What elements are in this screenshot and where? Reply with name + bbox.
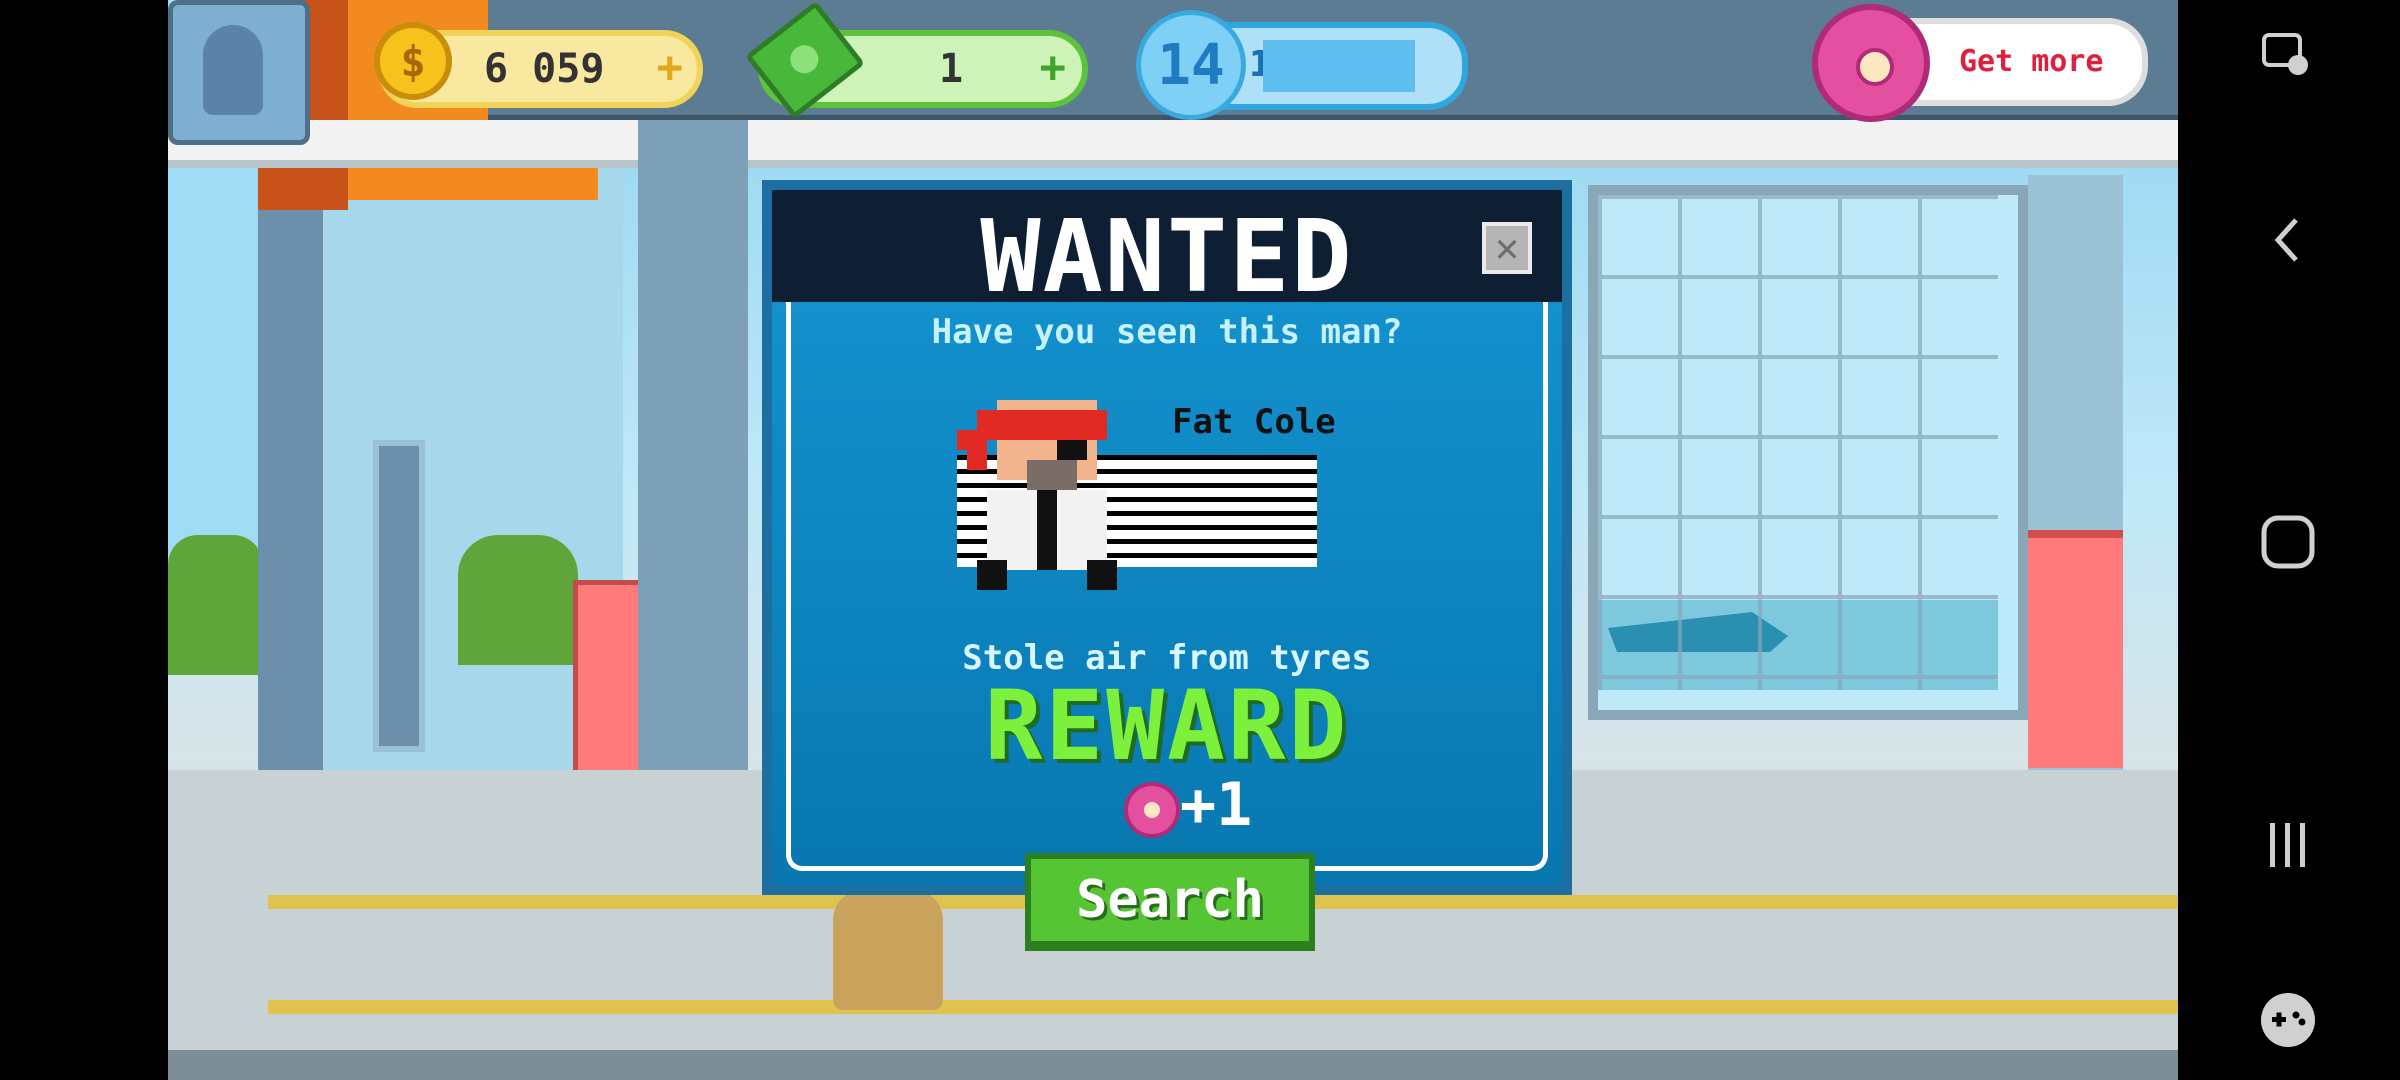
dialog-header: WANTED [772, 190, 1562, 315]
donut-icon [1812, 4, 1930, 122]
get-more-label: Get more [1959, 44, 2104, 79]
home-icon[interactable] [2253, 507, 2323, 577]
coins-value: 6 059 [484, 46, 605, 92]
close-icon[interactable]: ✕ [1482, 222, 1532, 274]
coin-icon: $ [374, 22, 452, 100]
ceiling-rail [168, 120, 2178, 168]
suspect-name: Fat Cole [1172, 402, 1336, 442]
profile-avatar-button[interactable] [168, 0, 310, 145]
dialog-border [786, 300, 1548, 871]
level-badge: 14 [1136, 10, 1246, 120]
cash-value: 1 [939, 46, 964, 92]
dialog-subtitle: Have you seen this man? [931, 312, 1403, 352]
pillar-right-base [2028, 530, 2123, 768]
xp-fill [1263, 40, 1415, 92]
suspect-portrait [957, 400, 1117, 590]
reward-donut-icon [1124, 782, 1180, 838]
search-button[interactable]: Search [1025, 853, 1315, 951]
bush-middle [458, 535, 578, 665]
system-navigation-bar [2178, 0, 2400, 1080]
back-icon[interactable] [2253, 205, 2323, 275]
reward-amount: +1 [1180, 770, 1253, 840]
bush-left [168, 535, 263, 675]
pillar-middle [638, 120, 748, 770]
player-character[interactable] [833, 890, 943, 1010]
window-frame-grid [1598, 195, 1998, 690]
station-door [373, 440, 425, 752]
floor-stripe [268, 1000, 2178, 1014]
floor-edge [168, 1050, 2178, 1080]
game-tools-icon[interactable] [2253, 985, 2323, 1055]
add-cash-icon[interactable]: + [1040, 42, 1067, 93]
wanted-dialog: WANTED ✕ Have you seen this man? Fat Col… [762, 180, 1572, 895]
screenshot-edit-icon[interactable] [2253, 20, 2323, 90]
reward-heading: REWARD [984, 670, 1350, 782]
recents-icon[interactable] [2253, 810, 2323, 880]
add-coins-icon[interactable]: + [657, 42, 684, 93]
dialog-title: WANTED [980, 198, 1354, 315]
